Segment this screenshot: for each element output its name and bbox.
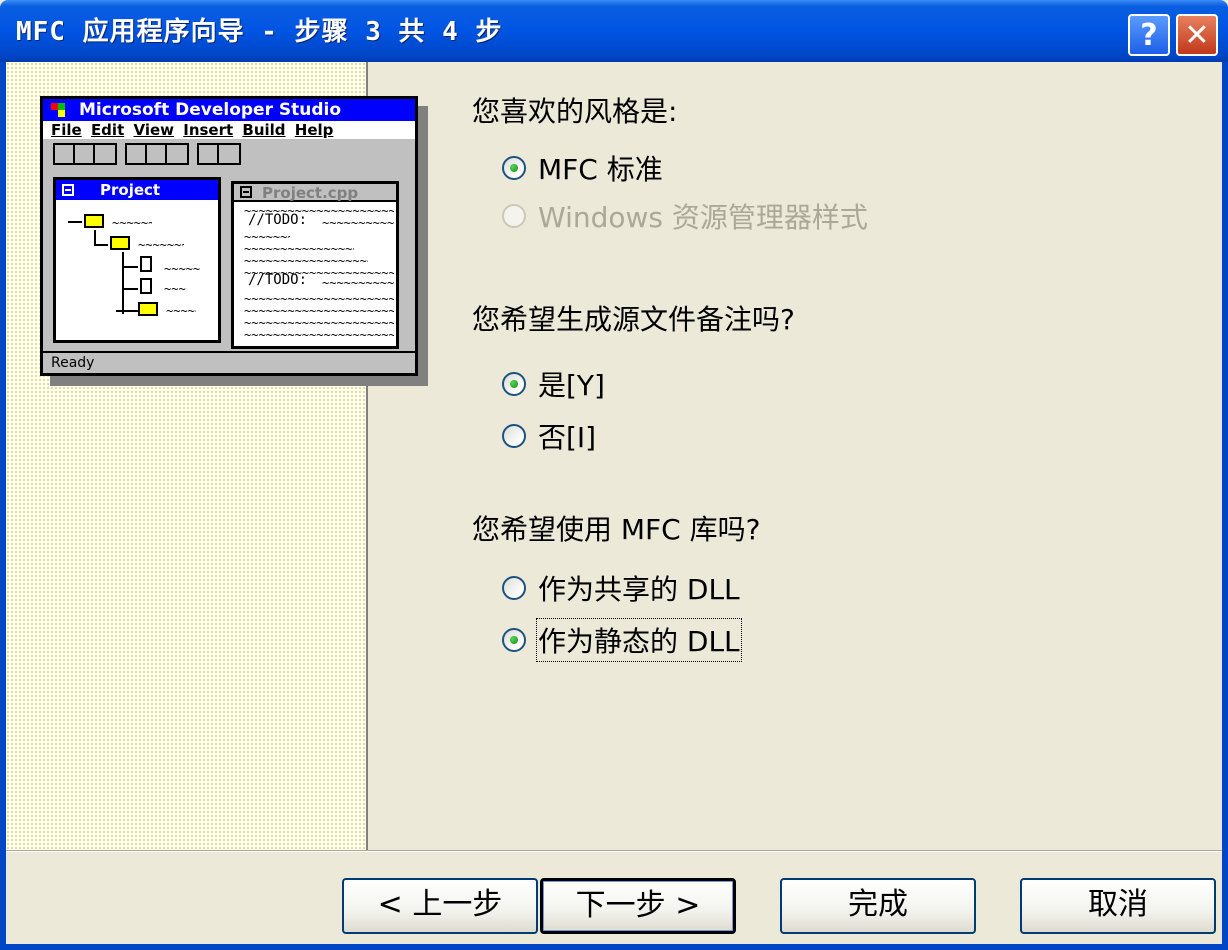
- radio-checked-icon[interactable]: [502, 156, 526, 180]
- close-icon: ✕: [1184, 17, 1210, 53]
- cancel-button[interactable]: 取消: [1020, 878, 1216, 934]
- file-icon: [140, 278, 152, 294]
- help-icon: ?: [1140, 17, 1158, 53]
- illustration-menu-item: File: [51, 121, 82, 139]
- comments-question-label: 您希望生成源文件备注吗?: [472, 303, 795, 336]
- mfc-option-static-dll[interactable]: 作为静态的 DLL: [502, 618, 742, 662]
- illustration-menu-item: Insert: [183, 121, 234, 139]
- folder-icon: [110, 236, 130, 250]
- comments-option-yes[interactable]: 是[Y]: [502, 364, 605, 404]
- illustration-title-bar: Microsoft Developer Studio: [43, 99, 415, 121]
- radio-checked-icon[interactable]: [502, 372, 526, 396]
- back-button[interactable]: < 上一步: [342, 878, 538, 934]
- radio-label[interactable]: Windows 资源管理器样式: [538, 196, 868, 236]
- developer-studio-illustration: Microsoft Developer Studio File Edit Vie…: [40, 96, 418, 376]
- radio-label[interactable]: 是[Y]: [538, 364, 605, 404]
- illustration-menu-bar: File Edit View Insert Build Help: [43, 121, 415, 139]
- illustration-menu-item: Help: [294, 121, 334, 139]
- title-bar[interactable]: MFC 应用程序向导 - 步骤 3 共 4 步 ? ✕: [0, 0, 1228, 62]
- window-title: MFC 应用程序向导 - 步骤 3 共 4 步: [16, 17, 503, 47]
- style-option-mfc-standard[interactable]: MFC 标准: [502, 148, 663, 188]
- folder-icon: [138, 302, 158, 316]
- style-option-explorer[interactable]: Windows 资源管理器样式: [502, 196, 868, 236]
- radio-unchecked-icon[interactable]: [502, 576, 526, 600]
- radio-checked-icon[interactable]: [502, 628, 526, 652]
- comments-option-no[interactable]: 否[I]: [502, 416, 596, 456]
- collapse-icon: [62, 184, 74, 196]
- illustration-toolbar: [43, 139, 415, 169]
- radio-label[interactable]: 作为静态的 DLL: [536, 618, 742, 662]
- next-button[interactable]: 下一步 >: [540, 878, 736, 934]
- radio-label[interactable]: 作为共享的 DLL: [538, 568, 740, 608]
- illustration-todo-2: //TODO:: [248, 272, 308, 288]
- illustration-code-title: Project.cpp: [262, 184, 359, 202]
- illustration-status-bar: Ready: [43, 351, 415, 373]
- illustration-code-pane: Project.cpp ~~~~~~~~~~~~~~~~~~~~~~~~~~~~…: [231, 181, 399, 349]
- finish-button[interactable]: 完成: [780, 878, 976, 934]
- illustration-project-pane: Project ~~~~~~~~ ~~~~~~~~~ ~~~~~~~ ~~~~ …: [53, 177, 221, 343]
- style-question-label: 您喜欢的风格是:: [472, 95, 678, 128]
- collapse-icon: [240, 186, 252, 198]
- radio-unchecked-icon[interactable]: [502, 204, 526, 228]
- mfc-option-shared-dll[interactable]: 作为共享的 DLL: [502, 568, 740, 608]
- radio-label[interactable]: MFC 标准: [538, 148, 663, 188]
- mfc-library-question-label: 您希望使用 MFC 库吗?: [472, 513, 761, 546]
- windows-logo-icon: [51, 103, 65, 117]
- illustration-menu-item: Edit: [90, 121, 125, 139]
- button-separator: [6, 850, 1222, 852]
- illustration-app-title: Microsoft Developer Studio: [79, 100, 342, 120]
- illustration-project-title: Project: [100, 181, 161, 199]
- illustration-menu-item: View: [133, 121, 174, 139]
- close-button[interactable]: ✕: [1176, 14, 1218, 56]
- help-button[interactable]: ?: [1128, 14, 1170, 56]
- illustration-todo-1: //TODO:: [248, 212, 308, 228]
- illustration-menu-item: Build: [242, 121, 286, 139]
- radio-label[interactable]: 否[I]: [538, 416, 596, 456]
- folder-icon: [84, 214, 104, 228]
- radio-unchecked-icon[interactable]: [502, 424, 526, 448]
- file-icon: [140, 256, 152, 272]
